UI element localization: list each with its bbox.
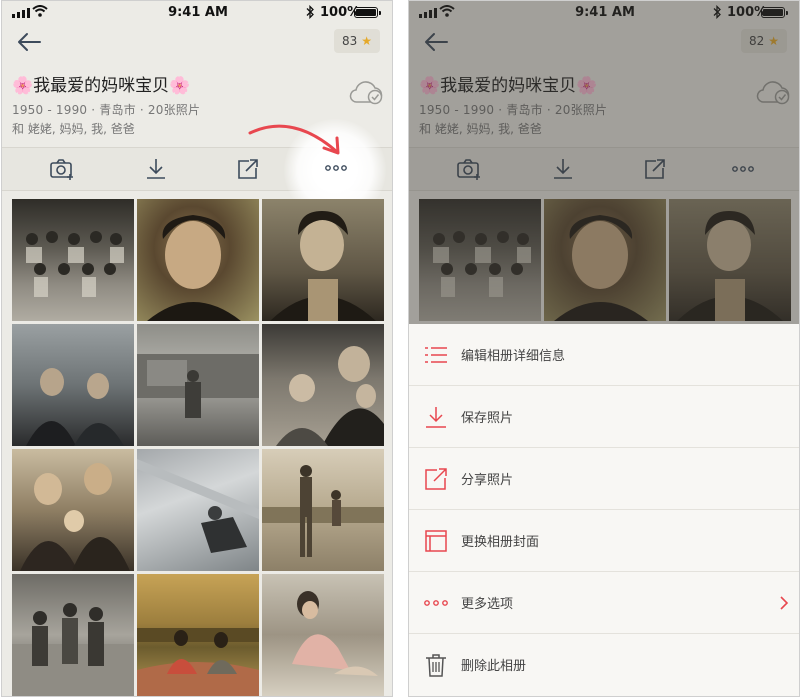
score-badge[interactable]: 83 ★ bbox=[333, 29, 380, 53]
photo-thumbnail[interactable] bbox=[262, 324, 384, 446]
cover-icon bbox=[425, 530, 447, 552]
menu-item-label: 分享照片 bbox=[461, 473, 514, 488]
photo-thumbnail[interactable] bbox=[137, 574, 259, 696]
battery-icon bbox=[354, 7, 381, 18]
menu-item-edit-album[interactable]: 编辑相册详细信息 bbox=[409, 324, 799, 386]
album-menu-screen: 9:41 AM 100% 82 ★ 🌸我最爱的妈咪宝贝🌸 1950 - 1990… bbox=[408, 0, 800, 697]
album-people: 和 姥姥, 妈妈, 我, 爸爸 bbox=[12, 122, 135, 136]
menu-item-change-cover[interactable]: 更换相册封面 bbox=[409, 510, 799, 572]
menu-item-label: 保存照片 bbox=[461, 411, 514, 426]
photo-thumbnail[interactable] bbox=[262, 199, 384, 321]
star-icon: ★ bbox=[361, 34, 372, 48]
menu-item-label: 删除此相册 bbox=[461, 659, 527, 674]
album-screen: 9:41 AM 100% 83 ★ 🌸我最爱的妈咪宝贝🌸 1950 - 1990… bbox=[1, 0, 393, 697]
menu-item-label: 编辑相册详细信息 bbox=[461, 349, 566, 364]
photo-thumbnail[interactable] bbox=[137, 449, 259, 571]
menu-item-share-photos[interactable]: 分享照片 bbox=[409, 448, 799, 510]
menu-item-label: 更多选项 bbox=[461, 597, 514, 612]
camera-plus-icon bbox=[50, 159, 73, 180]
photo-thumbnail[interactable] bbox=[12, 449, 134, 571]
photo-thumbnail[interactable] bbox=[262, 574, 384, 696]
menu-item-delete-album[interactable]: 删除此相册 bbox=[409, 634, 799, 696]
download-icon bbox=[426, 407, 446, 428]
nav-bar: 83 ★ bbox=[2, 25, 392, 61]
photo-thumbnail[interactable] bbox=[262, 449, 384, 571]
chevron-right-icon bbox=[780, 596, 789, 610]
photo-grid bbox=[12, 199, 384, 696]
photo-thumbnail[interactable] bbox=[12, 324, 134, 446]
more-dots-icon bbox=[325, 165, 347, 171]
share-button[interactable] bbox=[234, 156, 262, 182]
menu-item-label: 更换相册封面 bbox=[461, 535, 540, 550]
more-dots-icon bbox=[424, 600, 448, 606]
photo-thumbnail[interactable] bbox=[12, 199, 134, 321]
download-icon bbox=[147, 159, 165, 179]
bluetooth-icon bbox=[306, 5, 314, 19]
add-photo-button[interactable] bbox=[48, 156, 76, 182]
cloud-synced-icon[interactable] bbox=[348, 79, 384, 105]
share-icon bbox=[238, 159, 258, 179]
photo-thumbnail[interactable] bbox=[12, 574, 134, 696]
status-bar: 9:41 AM 100% bbox=[2, 1, 392, 25]
album-title: 🌸我最爱的妈咪宝贝🌸 bbox=[12, 76, 191, 96]
back-arrow-icon[interactable] bbox=[16, 30, 42, 54]
list-icon bbox=[425, 347, 447, 363]
photo-thumbnail[interactable] bbox=[137, 324, 259, 446]
modal-overlay[interactable] bbox=[409, 1, 799, 324]
download-button[interactable] bbox=[142, 156, 170, 182]
hint-arrow-icon bbox=[248, 124, 340, 155]
share-icon bbox=[425, 468, 447, 490]
menu-item-save-photos[interactable]: 保存照片 bbox=[409, 386, 799, 448]
album-action-sheet: 编辑相册详细信息 保存照片 分享照片 更换相册封面 更多选项 删除此相册 bbox=[409, 324, 799, 696]
score-value: 83 bbox=[341, 34, 358, 48]
album-meta: 1950 - 1990 · 青岛市 · 20张照片 bbox=[12, 103, 201, 117]
trash-icon bbox=[426, 654, 446, 677]
photo-thumbnail[interactable] bbox=[137, 199, 259, 321]
menu-item-more-options[interactable]: 更多选项 bbox=[409, 572, 799, 634]
